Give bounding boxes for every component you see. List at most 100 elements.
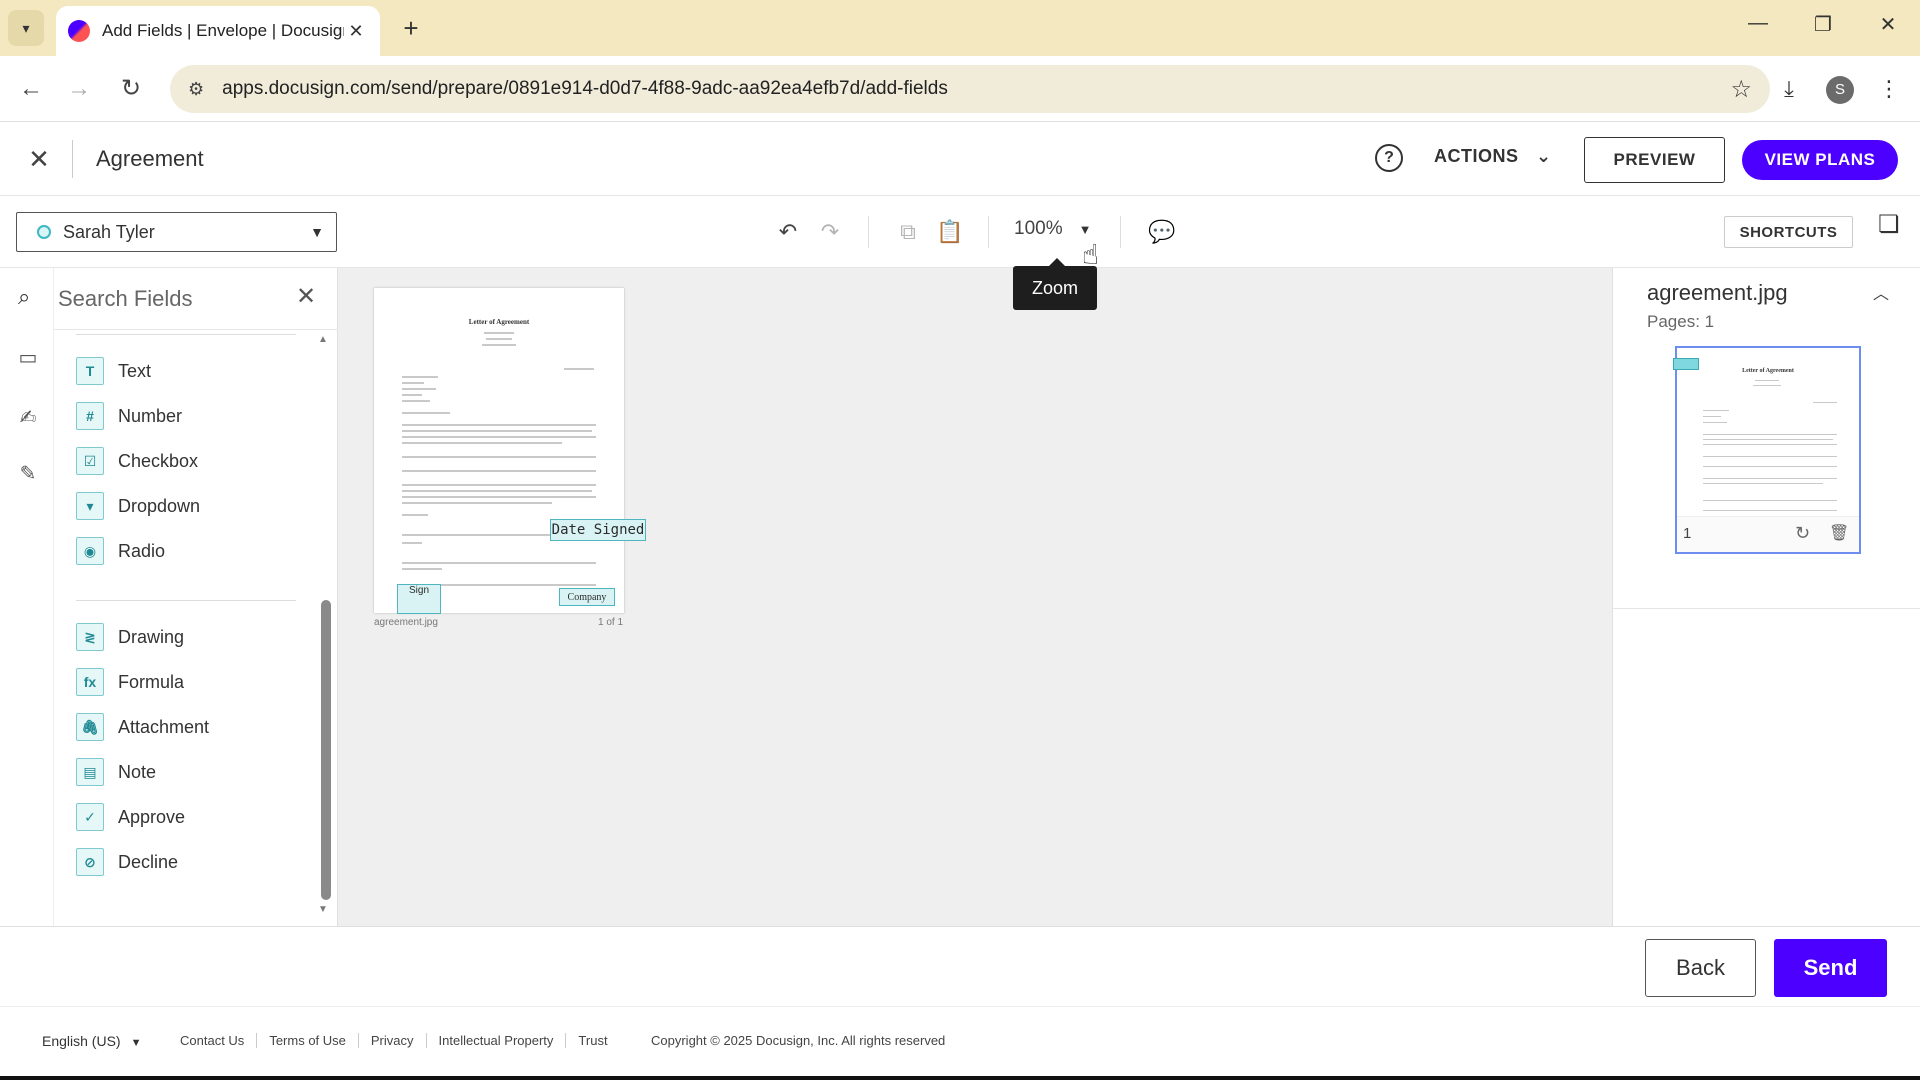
documents-panel: agreement.jpg ︿ Pages: 1 Letter of Agree…: [1612, 268, 1920, 926]
text-line: [402, 490, 592, 492]
text-line: [402, 562, 596, 564]
page-view-icon[interactable]: ❏: [1878, 210, 1900, 239]
help-icon[interactable]: ?: [1375, 144, 1403, 172]
number-field-icon: #: [76, 402, 104, 430]
thumbnail-footer: 1 ↻ 🗑: [1677, 516, 1859, 552]
search-fields-row[interactable]: ⌕ Search Fields ✕: [18, 268, 338, 330]
toolbar-divider: [868, 216, 869, 248]
scroll-up-arrow-icon[interactable]: ▲: [318, 334, 328, 345]
chevron-down-icon: ⌄: [1536, 146, 1552, 166]
edit-pencil-icon[interactable]: ✎: [12, 458, 44, 490]
text-line: [1703, 483, 1823, 484]
field-checkbox[interactable]: ☑ Checkbox: [76, 444, 198, 478]
text-line: [402, 456, 596, 458]
delete-page-icon[interactable]: 🗑: [1829, 523, 1849, 543]
field-label: Decline: [118, 851, 179, 872]
field-decline[interactable]: ⊘ Decline: [76, 845, 178, 879]
window-minimize-icon[interactable]: —: [1738, 12, 1778, 35]
bookmark-star-icon[interactable]: ☆: [1730, 75, 1752, 104]
download-icon[interactable]: ⤓: [1770, 70, 1808, 108]
fields-panel-icon[interactable]: ▭: [12, 342, 44, 374]
close-envelope-icon[interactable]: ✕: [24, 144, 54, 174]
forward-arrow-icon[interactable]: →: [60, 70, 98, 108]
field-note[interactable]: ▤ Note: [76, 755, 156, 789]
field-radio[interactable]: ◉ Radio: [76, 534, 165, 568]
actions-label: ACTIONS: [1434, 146, 1519, 166]
tab-search-chevron-icon[interactable]: ▾: [8, 10, 44, 46]
site-settings-icon[interactable]: ⚙: [188, 79, 204, 100]
shortcuts-button[interactable]: SHORTCUTS: [1724, 216, 1853, 248]
formula-field-icon: fx: [76, 668, 104, 696]
reload-icon[interactable]: ↻: [112, 70, 150, 108]
text-line: [1703, 466, 1837, 467]
document-canvas[interactable]: Letter of Agreement Date Signed Sign Com…: [338, 268, 1612, 926]
document-pages-count: Pages: 1: [1647, 312, 1715, 331]
redo-icon[interactable]: ↷: [814, 216, 846, 248]
zoom-dropdown[interactable]: 100% ▼: [1014, 218, 1091, 240]
footer-link-privacy[interactable]: Privacy: [359, 1033, 427, 1048]
footer-link-terms-of-use[interactable]: Terms of Use: [257, 1033, 359, 1048]
search-fields-input[interactable]: Search Fields: [58, 286, 193, 312]
field-attachment[interactable]: 🖇 Attachment: [76, 710, 209, 744]
field-label: Approve: [118, 806, 186, 827]
browser-tab-title: Add Fields | Envelope | Docusign: [102, 21, 344, 40]
document-page[interactable]: Letter of Agreement: [374, 288, 624, 613]
date-signed-field[interactable]: Date Signed: [550, 519, 646, 541]
language-selector[interactable]: English (US) ▼: [42, 1033, 141, 1049]
signature-tools-icon[interactable]: ✍: [12, 402, 44, 434]
text-line: [402, 568, 442, 570]
company-field[interactable]: Company: [559, 588, 615, 606]
back-arrow-icon[interactable]: ←: [12, 70, 50, 108]
thumbnail-title: Letter of Agreement: [1742, 368, 1794, 374]
browser-tab-active[interactable]: Add Fields | Envelope | Docusign ✕: [56, 6, 380, 56]
copy-icon[interactable]: ⧉: [892, 216, 924, 248]
scroll-down-arrow-icon[interactable]: ▼: [318, 904, 328, 915]
field-dropdown[interactable]: ▾ Dropdown: [76, 489, 200, 523]
field-formula[interactable]: fx Formula: [76, 665, 184, 699]
clear-search-icon[interactable]: ✕: [296, 282, 316, 311]
preview-button[interactable]: PREVIEW: [1584, 137, 1725, 183]
field-label: Checkbox: [118, 450, 199, 471]
page-thumbnail[interactable]: Letter of Agreement 1 ↻ 🗑: [1673, 346, 1861, 554]
bottom-border: [0, 1076, 1920, 1080]
document-file-name: agreement.jpg: [1647, 280, 1788, 305]
footer-link-trust[interactable]: Trust: [566, 1033, 619, 1048]
back-button[interactable]: Back: [1645, 939, 1756, 997]
comments-icon[interactable]: 💬: [1146, 216, 1178, 248]
paste-icon[interactable]: 📋: [934, 216, 966, 248]
field-label: Number: [118, 405, 183, 426]
note-field-icon: ▤: [76, 758, 104, 786]
new-tab-plus-icon[interactable]: +: [396, 14, 426, 44]
text-line: [1703, 478, 1837, 479]
field-number[interactable]: # Number: [76, 399, 182, 433]
fields-scrollbar-thumb[interactable]: [321, 600, 331, 900]
recipient-name: Sarah Tyler: [63, 221, 155, 242]
url-text[interactable]: apps.docusign.com/send/prepare/0891e914-…: [222, 78, 1730, 100]
actions-menu-button[interactable]: ACTIONS ⌄: [1434, 146, 1552, 167]
text-line: [1703, 510, 1837, 511]
field-approve[interactable]: ✓ Approve: [76, 800, 185, 834]
text-line: [402, 412, 450, 414]
toolbar-divider: [988, 216, 989, 248]
profile-avatar[interactable]: S: [1826, 76, 1854, 104]
field-label: Radio: [118, 540, 166, 561]
field-drawing[interactable]: ≷ Drawing: [76, 620, 184, 654]
rotate-page-icon[interactable]: ↻: [1795, 523, 1810, 544]
footer-link-intellectual-property[interactable]: Intellectual Property: [427, 1033, 567, 1048]
tab-close-icon[interactable]: ✕: [344, 21, 368, 42]
chevron-up-icon[interactable]: ︿: [1873, 280, 1889, 304]
recipient-color-dot-icon: [37, 225, 51, 239]
window-close-icon[interactable]: ✕: [1868, 12, 1908, 37]
signature-field[interactable]: Sign: [397, 584, 441, 614]
recipient-selector[interactable]: Sarah Tyler ▼: [16, 212, 337, 252]
footer-link-contact-us[interactable]: Contact Us: [168, 1033, 258, 1048]
view-plans-button[interactable]: VIEW PLANS: [1742, 140, 1898, 180]
undo-icon[interactable]: ↶: [772, 216, 804, 248]
url-omnibox[interactable]: ⚙ apps.docusign.com/send/prepare/0891e91…: [170, 65, 1770, 113]
field-text[interactable]: T Text: [76, 354, 151, 388]
browser-menu-icon[interactable]: ⋮: [1870, 70, 1908, 108]
recipient-field-flag-icon: [1673, 358, 1699, 370]
send-button[interactable]: Send: [1774, 939, 1887, 997]
text-line: [1703, 444, 1837, 445]
window-restore-icon[interactable]: ❐: [1803, 12, 1843, 37]
